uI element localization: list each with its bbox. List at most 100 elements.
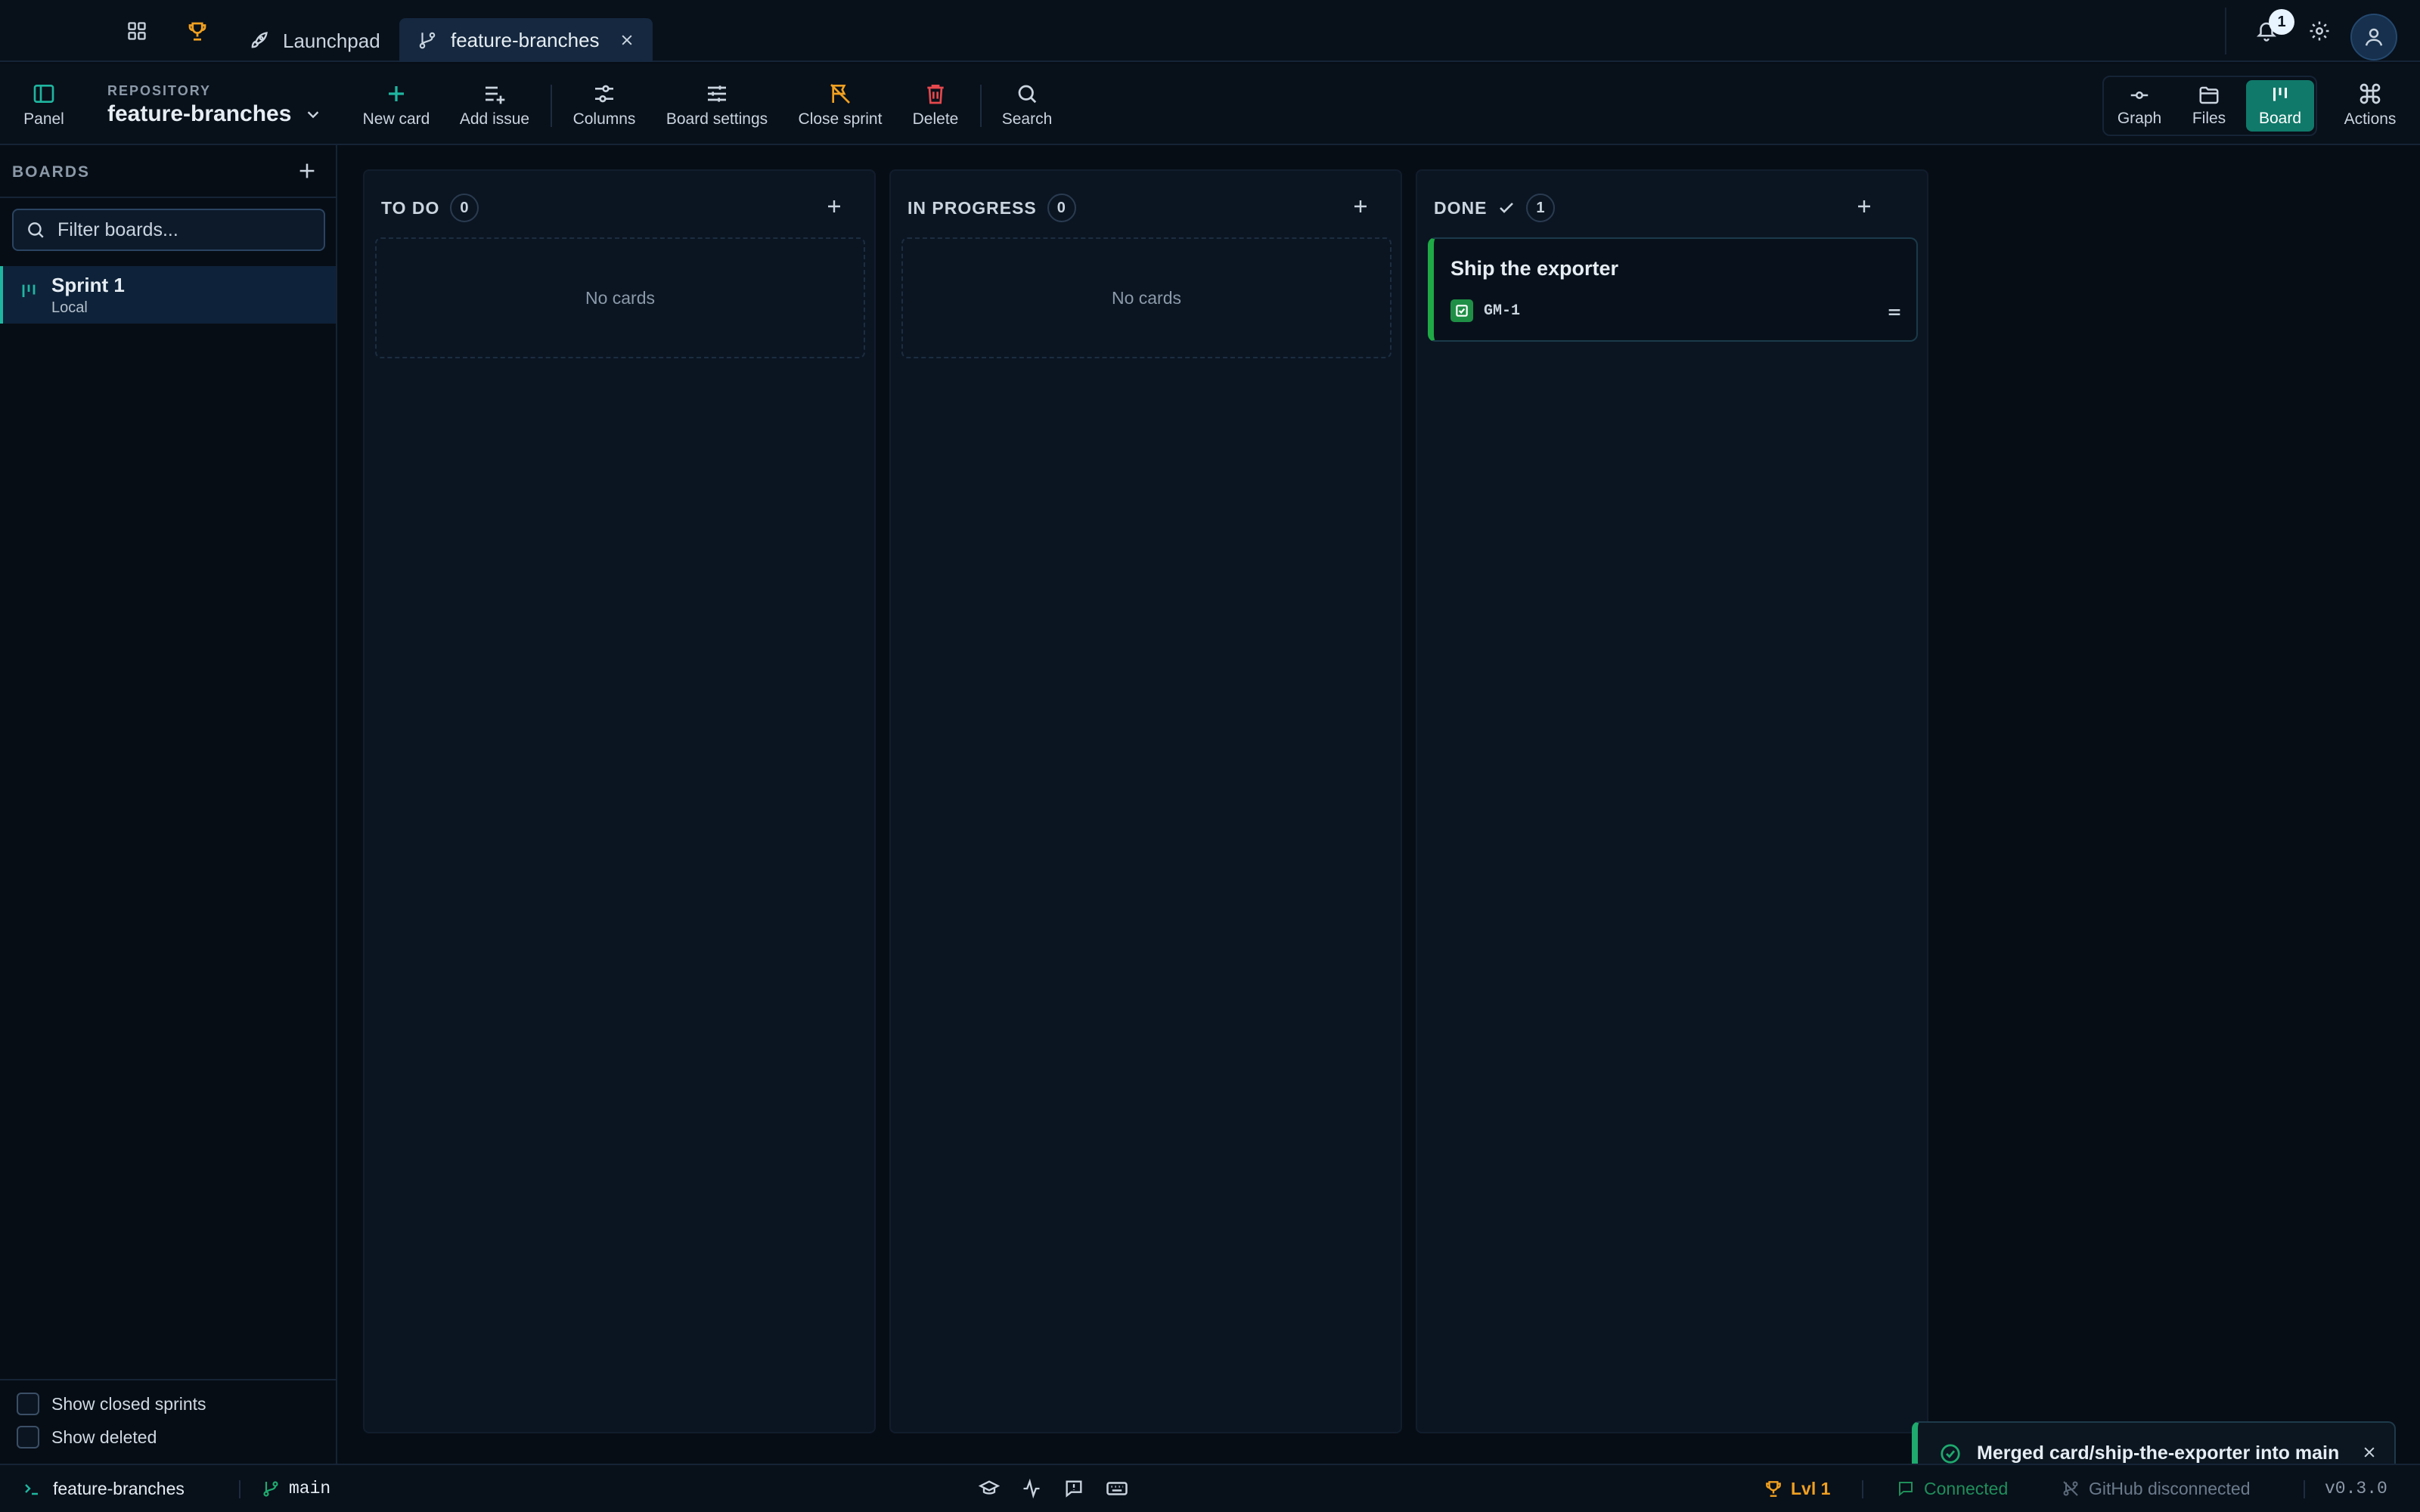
check-circle-icon	[1939, 1442, 1962, 1465]
status-bar: feature-branches main Lvl 1 Connected Gi…	[0, 1464, 2420, 1512]
panel-button[interactable]: Panel	[23, 80, 65, 135]
actions-button[interactable]: Actions	[2337, 80, 2403, 135]
view-files-button[interactable]: Files	[2176, 80, 2242, 132]
card-id: GM-1	[1484, 302, 1521, 320]
tab-feature-branches[interactable]: feature-branches	[399, 18, 653, 62]
view-switcher: Graph Files Board	[2102, 76, 2317, 136]
add-card-button[interactable]	[1346, 192, 1375, 221]
status-level[interactable]: Lvl 1	[1764, 1465, 1830, 1512]
board-location: Local	[51, 299, 88, 316]
sidebar-divider	[0, 197, 336, 198]
status-branch[interactable]: main	[262, 1465, 330, 1512]
close-sprint-button[interactable]: Close sprint	[796, 80, 885, 135]
column-todo: TO DO 0 No cards	[363, 169, 876, 1433]
toolbar-divider	[980, 85, 982, 127]
branch-icon	[262, 1479, 280, 1498]
tab-bar: Launchpad feature-branches 1	[0, 0, 2420, 62]
kanban-icon	[18, 281, 39, 302]
status-divider	[1862, 1480, 1863, 1498]
keyboard-shortcuts-button[interactable]	[1106, 1465, 1128, 1512]
status-version: v0.3.0	[2325, 1479, 2387, 1498]
status-repo[interactable]: feature-branches	[23, 1465, 185, 1512]
column-header: DONE 1	[1434, 194, 1556, 222]
list-plus-icon	[482, 80, 507, 107]
priority-medium-icon	[1886, 304, 1903, 321]
column-header: IN PROGRESS 0	[908, 194, 1076, 222]
columns-button[interactable]: Columns	[570, 80, 638, 135]
empty-column-placeholder[interactable]: No cards	[375, 237, 865, 358]
sidebar-footer-divider	[0, 1379, 336, 1380]
activity-icon	[1021, 1478, 1042, 1499]
user-icon	[2363, 26, 2385, 48]
column-count: 1	[1526, 194, 1556, 222]
add-issue-button[interactable]: Add issue	[457, 80, 532, 135]
close-icon[interactable]	[2358, 1441, 2381, 1464]
task-check-icon	[1450, 299, 1473, 322]
search-icon	[1016, 80, 1038, 107]
show-deleted-toggle[interactable]: Show deleted	[17, 1426, 157, 1448]
status-github[interactable]: GitHub disconnected	[2062, 1465, 2251, 1512]
repository-name: feature-branches	[107, 101, 292, 126]
plus-icon	[296, 160, 318, 181]
avatar[interactable]	[2350, 14, 2397, 60]
flag-off-icon	[828, 80, 852, 107]
boards-sidebar: BOARDS Sprint 1 Local Show closed sprint…	[0, 145, 337, 1464]
chat-icon	[1897, 1479, 1915, 1498]
apps-grid-icon[interactable]	[119, 14, 154, 48]
repository-selector[interactable]: feature-branches	[107, 101, 321, 127]
empty-column-placeholder[interactable]: No cards	[901, 237, 1392, 358]
chevron-down-icon	[305, 106, 321, 122]
status-connection[interactable]: Connected	[1897, 1465, 2008, 1512]
tab-label: Launchpad	[283, 29, 380, 52]
view-board-button[interactable]: Board	[2246, 80, 2314, 132]
board-settings-button[interactable]: Board settings	[662, 80, 771, 135]
activity-button[interactable]	[1021, 1465, 1042, 1512]
learn-button[interactable]	[979, 1465, 1000, 1512]
tab-launchpad[interactable]: Launchpad	[248, 18, 380, 64]
filter-boards-input[interactable]	[57, 218, 315, 241]
sliders-icon	[705, 80, 729, 107]
card-key: GM-1	[1450, 299, 1520, 322]
add-card-button[interactable]	[1850, 192, 1879, 221]
card-ship-the-exporter[interactable]: Ship the exporter GM-1	[1428, 237, 1918, 342]
trash-icon	[923, 80, 948, 107]
show-closed-sprints-label: Show closed sprints	[51, 1393, 206, 1414]
column-header: TO DO 0	[381, 194, 479, 222]
board-name: Sprint 1	[51, 274, 125, 296]
rocket-icon	[248, 30, 269, 51]
command-icon	[2358, 80, 2382, 107]
plus-icon	[825, 197, 843, 215]
status-divider	[239, 1480, 240, 1498]
add-board-button[interactable]	[293, 157, 321, 184]
keyboard-icon	[1106, 1477, 1128, 1500]
delete-button[interactable]: Delete	[911, 80, 960, 135]
plus-icon	[1855, 197, 1873, 215]
checkbox[interactable]	[17, 1393, 39, 1415]
sidebar-item-sprint-1[interactable]: Sprint 1 Local	[0, 266, 336, 324]
git-disconnected-icon	[2062, 1479, 2080, 1498]
tab-label: feature-branches	[451, 28, 600, 51]
column-title: DONE	[1434, 197, 1488, 218]
feedback-button[interactable]	[1063, 1465, 1084, 1512]
trophy-icon[interactable]	[180, 14, 215, 48]
show-closed-sprints-toggle[interactable]: Show closed sprints	[17, 1393, 206, 1415]
terminal-icon	[23, 1479, 41, 1498]
status-divider	[2304, 1480, 2305, 1498]
new-card-button[interactable]: New card	[360, 80, 433, 135]
add-card-button[interactable]	[820, 192, 849, 221]
gear-icon[interactable]	[2302, 14, 2337, 48]
tabbar-divider	[2225, 8, 2226, 54]
trophy-icon	[1764, 1479, 1783, 1498]
view-graph-button[interactable]: Graph	[2107, 80, 2172, 132]
checkbox[interactable]	[17, 1426, 39, 1448]
column-count: 0	[1047, 194, 1076, 222]
filter-boards-field[interactable]	[12, 209, 325, 251]
search-button[interactable]: Search	[1000, 80, 1054, 135]
show-deleted-label: Show deleted	[51, 1427, 157, 1447]
branch-icon	[417, 30, 437, 50]
column-in-progress: IN PROGRESS 0 No cards	[889, 169, 1402, 1433]
boards-heading: BOARDS	[12, 163, 91, 181]
close-tab-icon[interactable]	[619, 33, 634, 48]
column-done: DONE 1 Ship the exporter GM-1	[1416, 169, 1928, 1433]
columns-icon	[592, 80, 616, 107]
